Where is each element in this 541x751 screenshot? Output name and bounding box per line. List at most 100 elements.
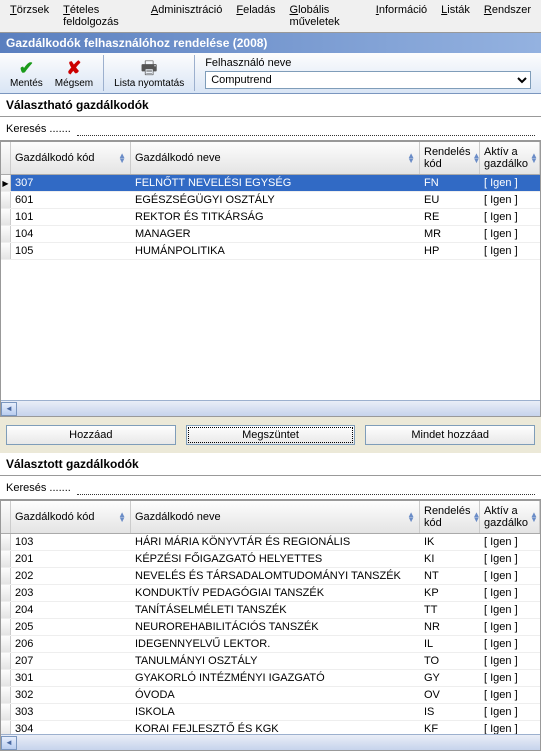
cell-kod: 303 xyxy=(11,705,131,719)
available-search-input[interactable] xyxy=(77,121,535,136)
table-row[interactable]: 104MANAGERMR[ Igen ] xyxy=(1,226,540,243)
row-gutter xyxy=(1,192,11,208)
cell-rend: NR xyxy=(420,620,480,634)
cell-akt: [ Igen ] xyxy=(480,654,540,668)
available-rows: ▶307FELNŐTT NEVELÉSI EGYSÉGFN[ Igen ]601… xyxy=(1,175,540,400)
cell-rend: KI xyxy=(420,552,480,566)
cell-nev: NEVELÉS ÉS TÁRSADALOMTUDOMÁNYI TANSZÉK xyxy=(131,569,420,583)
menu-item[interactable]: Információ xyxy=(370,2,433,30)
cell-rend: TO xyxy=(420,654,480,668)
menu-item[interactable]: Törzsek xyxy=(4,2,55,30)
cancel-button[interactable]: ✘ Mégsem xyxy=(49,56,99,91)
table-row[interactable]: 101REKTOR ÉS TITKÁRSÁGRE[ Igen ] xyxy=(1,209,540,226)
scroll-left-icon[interactable]: ◄ xyxy=(1,402,17,416)
table-row[interactable]: 301GYAKORLÓ INTÉZMÉNYI IGAZGATÓGY[ Igen … xyxy=(1,670,540,687)
search-label: Keresés ....... xyxy=(6,482,71,494)
row-gutter xyxy=(1,619,11,635)
row-gutter xyxy=(1,704,11,720)
cell-kod: 201 xyxy=(11,552,131,566)
add-button[interactable]: Hozzáad xyxy=(6,425,176,445)
col-kod[interactable]: Gazdálkodó kód▲▼ xyxy=(11,142,131,174)
cell-kod: 205 xyxy=(11,620,131,634)
menu-item[interactable]: Globális műveletek xyxy=(284,2,368,30)
table-row[interactable]: 304KORAI FEJLESZTŐ ÉS KGKKF[ Igen ] xyxy=(1,721,540,734)
table-row[interactable]: 206IDEGENNYELVŰ LEKTOR.IL[ Igen ] xyxy=(1,636,540,653)
table-row[interactable]: 201KÉPZÉSI FŐIGAZGATÓ HELYETTESKI[ Igen … xyxy=(1,551,540,568)
cell-nev: KORAI FEJLESZTŐ ÉS KGK xyxy=(131,722,420,734)
row-gutter xyxy=(1,534,11,550)
col-nev[interactable]: Gazdálkodó neve▲▼ xyxy=(131,142,420,174)
search-label: Keresés ....... xyxy=(6,123,71,135)
cell-rend: HP xyxy=(420,244,480,258)
remove-button[interactable]: Megszüntet xyxy=(186,425,356,445)
row-gutter xyxy=(1,687,11,703)
available-hscroll[interactable]: ◄ xyxy=(1,400,540,416)
table-row[interactable]: 204TANÍTÁSELMÉLETI TANSZÉKTT[ Igen ] xyxy=(1,602,540,619)
cell-akt: [ Igen ] xyxy=(480,552,540,566)
chosen-grid: Gazdálkodó kód▲▼ Gazdálkodó neve▲▼ Rende… xyxy=(0,500,541,751)
cell-akt: [ Igen ] xyxy=(480,586,540,600)
col-rend[interactable]: Rendelés kód▲▼ xyxy=(420,142,480,174)
cell-nev: MANAGER xyxy=(131,227,420,241)
table-row[interactable]: 103HÁRI MÁRIA KÖNYVTÁR ÉS REGIONÁLISIK[ … xyxy=(1,534,540,551)
table-row[interactable]: 302ÓVODAOV[ Igen ] xyxy=(1,687,540,704)
cell-nev: HUMÁNPOLITIKA xyxy=(131,244,420,258)
row-gutter xyxy=(1,670,11,686)
addall-button[interactable]: Mindet hozzáad xyxy=(365,425,535,445)
toolbar: ✔ Mentés ✘ Mégsem 🖶 Lista nyomtatás Felh… xyxy=(0,53,541,94)
cell-kod: 601 xyxy=(11,193,131,207)
button-row: Hozzáad Megszüntet Mindet hozzáad xyxy=(0,417,541,453)
menu-item[interactable]: Listák xyxy=(435,2,476,30)
row-gutter xyxy=(1,209,11,225)
save-button[interactable]: ✔ Mentés xyxy=(4,56,49,91)
cell-rend: KP xyxy=(420,586,480,600)
cell-kod: 301 xyxy=(11,671,131,685)
cell-nev: KÉPZÉSI FŐIGAZGATÓ HELYETTES xyxy=(131,552,420,566)
col-akt[interactable]: Aktív a gazdálko▲▼ xyxy=(480,501,540,533)
cell-nev: REKTOR ÉS TITKÁRSÁG xyxy=(131,210,420,224)
col-kod[interactable]: Gazdálkodó kód▲▼ xyxy=(11,501,131,533)
cancel-label: Mégsem xyxy=(55,78,93,89)
cell-nev: ÓVODA xyxy=(131,688,420,702)
scroll-left-icon[interactable]: ◄ xyxy=(1,736,17,750)
table-row[interactable]: 303ISKOLAIS[ Igen ] xyxy=(1,704,540,721)
table-row[interactable]: 207TANULMÁNYI OSZTÁLYTO[ Igen ] xyxy=(1,653,540,670)
cell-akt: [ Igen ] xyxy=(480,722,540,734)
available-grid: Gazdálkodó kód▲▼ Gazdálkodó neve▲▼ Rende… xyxy=(0,141,541,417)
cell-kod: 207 xyxy=(11,654,131,668)
cell-kod: 307 xyxy=(11,176,131,190)
table-row[interactable]: 105HUMÁNPOLITIKAHP[ Igen ] xyxy=(1,243,540,260)
cell-rend: RE xyxy=(420,210,480,224)
cell-akt: [ Igen ] xyxy=(480,569,540,583)
chosen-hscroll[interactable]: ◄ xyxy=(1,734,540,750)
menu-item[interactable]: Tételes feldolgozás xyxy=(57,2,143,30)
cell-kod: 204 xyxy=(11,603,131,617)
table-row[interactable]: ▶307FELNŐTT NEVELÉSI EGYSÉGFN[ Igen ] xyxy=(1,175,540,192)
cell-rend: OV xyxy=(420,688,480,702)
table-row[interactable]: 205NEUROREHABILITÁCIÓS TANSZÉKNR[ Igen ] xyxy=(1,619,540,636)
menu-item[interactable]: Adminisztráció xyxy=(145,2,229,30)
table-row[interactable]: 202NEVELÉS ÉS TÁRSADALOMTUDOMÁNYI TANSZÉ… xyxy=(1,568,540,585)
col-akt[interactable]: Aktív a gazdálko▲▼ xyxy=(480,142,540,174)
chosen-rows: 103HÁRI MÁRIA KÖNYVTÁR ÉS REGIONÁLISIK[ … xyxy=(1,534,540,734)
cell-nev: NEUROREHABILITÁCIÓS TANSZÉK xyxy=(131,620,420,634)
available-header: Választható gazdálkodók xyxy=(0,94,541,117)
menu-item[interactable]: Rendszer xyxy=(478,2,537,30)
user-select[interactable]: Computrend xyxy=(205,71,531,89)
print-button[interactable]: 🖶 Lista nyomtatás xyxy=(108,56,190,91)
grid-header: Gazdálkodó kód▲▼ Gazdálkodó neve▲▼ Rende… xyxy=(1,501,540,534)
cell-akt: [ Igen ] xyxy=(480,210,540,224)
cell-nev: TANULMÁNYI OSZTÁLY xyxy=(131,654,420,668)
table-row[interactable]: 601EGÉSZSÉGÜGYI OSZTÁLYEU[ Igen ] xyxy=(1,192,540,209)
gutter-header xyxy=(1,501,11,533)
table-row[interactable]: 203KONDUKTÍV PEDAGÓGIAI TANSZÉKKP[ Igen … xyxy=(1,585,540,602)
row-gutter xyxy=(1,602,11,618)
row-gutter xyxy=(1,568,11,584)
cell-akt: [ Igen ] xyxy=(480,603,540,617)
col-rend[interactable]: Rendelés kód▲▼ xyxy=(420,501,480,533)
menu-item[interactable]: Feladás xyxy=(230,2,281,30)
col-nev[interactable]: Gazdálkodó neve▲▼ xyxy=(131,501,420,533)
chosen-search-input[interactable] xyxy=(77,480,535,495)
cell-akt: [ Igen ] xyxy=(480,688,540,702)
cell-rend: TT xyxy=(420,603,480,617)
